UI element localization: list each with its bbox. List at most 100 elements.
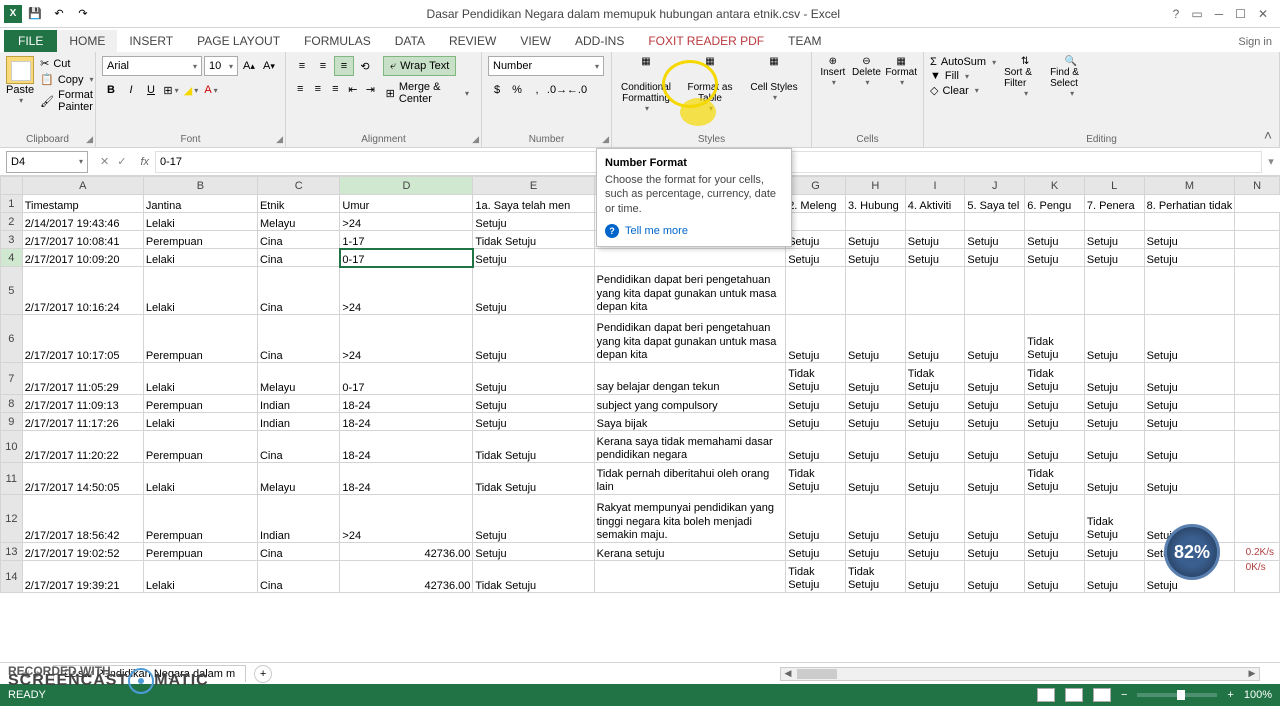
cell-F5[interactable]: Pendidikan dapat beri pengetahuan yang k…: [594, 267, 786, 315]
cell-B7[interactable]: Lelaki: [143, 363, 257, 395]
cell-I6[interactable]: Setuju: [905, 315, 965, 363]
cell-N12[interactable]: [1235, 495, 1280, 543]
row-header-14[interactable]: 14: [1, 561, 23, 593]
cell-K10[interactable]: Setuju: [1025, 431, 1085, 463]
cell-F4[interactable]: [594, 249, 786, 267]
cell-E11[interactable]: Tidak Setuju: [473, 463, 594, 495]
clipboard-launcher-icon[interactable]: ◢: [86, 134, 93, 145]
orientation-button[interactable]: ⟲: [355, 56, 375, 76]
cell-A9[interactable]: 2/17/2017 11:17:26: [22, 413, 143, 431]
cell-A10[interactable]: 2/17/2017 11:20:22: [22, 431, 143, 463]
row-header-10[interactable]: 10: [1, 431, 23, 463]
cell-L12[interactable]: Tidak Setuju: [1084, 495, 1144, 543]
maximize-icon[interactable]: ☐: [1235, 7, 1246, 21]
cell-H7[interactable]: Setuju: [845, 363, 905, 395]
cell-B8[interactable]: Perempuan: [143, 395, 257, 413]
cell-J11[interactable]: Setuju: [965, 463, 1025, 495]
cell-G2[interactable]: [786, 213, 846, 231]
cell-M8[interactable]: Setuju: [1144, 395, 1235, 413]
cell-D12[interactable]: >24: [340, 495, 473, 543]
find-select-button[interactable]: 🔍Find & Select▾: [1050, 56, 1092, 98]
cell-G1[interactable]: 2. Meleng: [786, 195, 846, 213]
cell-F11[interactable]: Tidak pernah diberitahui oleh orang lain: [594, 463, 786, 495]
cell-D3[interactable]: 1-17: [340, 231, 473, 249]
insert-button[interactable]: ⊕Insert▾: [818, 56, 848, 87]
decrease-indent-button[interactable]: ⇤: [345, 79, 362, 99]
cell-L3[interactable]: Setuju: [1084, 231, 1144, 249]
cell-K12[interactable]: Setuju: [1025, 495, 1085, 543]
horizontal-scrollbar[interactable]: ◀ ▶: [780, 667, 1260, 681]
cell-J9[interactable]: Setuju: [965, 413, 1025, 431]
cell-J1[interactable]: 5. Saya tel: [965, 195, 1025, 213]
cell-G13[interactable]: Setuju: [786, 543, 846, 561]
cell-A11[interactable]: 2/17/2017 14:50:05: [22, 463, 143, 495]
cell-C6[interactable]: Cina: [257, 315, 339, 363]
page-layout-view-icon[interactable]: [1065, 688, 1083, 702]
scroll-right-icon[interactable]: ▶: [1245, 668, 1259, 679]
cell-G11[interactable]: Tidak Setuju: [786, 463, 846, 495]
cell-A13[interactable]: 2/17/2017 19:02:52: [22, 543, 143, 561]
cell-E6[interactable]: Setuju: [473, 315, 594, 363]
cell-E7[interactable]: Setuju: [473, 363, 594, 395]
cell-G7[interactable]: Tidak Setuju: [786, 363, 846, 395]
autosum-button[interactable]: ΣAutoSum▾: [930, 56, 996, 68]
cell-B13[interactable]: Perempuan: [143, 543, 257, 561]
cell-L13[interactable]: Setuju: [1084, 543, 1144, 561]
row-header-1[interactable]: 1: [1, 195, 23, 213]
cell-L11[interactable]: Setuju: [1084, 463, 1144, 495]
enter-entry-icon[interactable]: ✓: [117, 155, 126, 168]
font-launcher-icon[interactable]: ◢: [276, 134, 283, 145]
font-name-select[interactable]: Arial▾: [102, 56, 202, 76]
cell-E9[interactable]: Setuju: [473, 413, 594, 431]
cell-H11[interactable]: Setuju: [845, 463, 905, 495]
merge-center-button[interactable]: ⊞Merge & Center▾: [380, 79, 475, 107]
align-bottom-button[interactable]: ≡: [334, 56, 354, 76]
decrease-decimal-button[interactable]: ←.0: [568, 80, 586, 100]
align-right-button[interactable]: ≡: [327, 79, 344, 99]
cell-K7[interactable]: Tidak Setuju: [1025, 363, 1085, 395]
cell-C3[interactable]: Cina: [257, 231, 339, 249]
expand-formula-icon[interactable]: ▾: [1262, 155, 1280, 168]
cell-D2[interactable]: >24: [340, 213, 473, 231]
cell-M3[interactable]: Setuju: [1144, 231, 1235, 249]
cell-B4[interactable]: Lelaki: [143, 249, 257, 267]
tab-team[interactable]: TEAM: [776, 30, 833, 52]
cell-J5[interactable]: [965, 267, 1025, 315]
cell-H3[interactable]: Setuju: [845, 231, 905, 249]
col-header-G[interactable]: G: [786, 177, 846, 195]
cell-E10[interactable]: Tidak Setuju: [473, 431, 594, 463]
cell-K1[interactable]: 6. Pengu: [1025, 195, 1085, 213]
tab-data[interactable]: DATA: [383, 30, 437, 52]
cell-N6[interactable]: [1235, 315, 1280, 363]
cell-E1[interactable]: 1a. Saya telah men: [473, 195, 594, 213]
cell-I3[interactable]: Setuju: [905, 231, 965, 249]
cell-K2[interactable]: [1025, 213, 1085, 231]
increase-indent-button[interactable]: ⇥: [362, 79, 379, 99]
cell-H2[interactable]: [845, 213, 905, 231]
alignment-launcher-icon[interactable]: ◢: [472, 134, 479, 145]
cell-B14[interactable]: Lelaki: [143, 561, 257, 593]
zoom-in-icon[interactable]: +: [1227, 689, 1233, 701]
zoom-slider[interactable]: [1137, 693, 1217, 697]
cell-J8[interactable]: Setuju: [965, 395, 1025, 413]
cell-E4[interactable]: Setuju: [473, 249, 594, 267]
zoom-out-icon[interactable]: −: [1121, 689, 1127, 701]
cell-A7[interactable]: 2/17/2017 11:05:29: [22, 363, 143, 395]
cell-K8[interactable]: Setuju: [1025, 395, 1085, 413]
minimize-icon[interactable]: ─: [1215, 7, 1224, 21]
cell-M1[interactable]: 8. Perhatian tidak: [1144, 195, 1235, 213]
cell-H12[interactable]: Setuju: [845, 495, 905, 543]
cell-G10[interactable]: Setuju: [786, 431, 846, 463]
cut-button[interactable]: ✂Cut: [38, 56, 95, 71]
cell-I13[interactable]: Setuju: [905, 543, 965, 561]
row-header-5[interactable]: 5: [1, 267, 23, 315]
cell-N9[interactable]: [1235, 413, 1280, 431]
cell-K4[interactable]: Setuju: [1025, 249, 1085, 267]
cell-C13[interactable]: Cina: [257, 543, 339, 561]
cell-B2[interactable]: Lelaki: [143, 213, 257, 231]
align-middle-button[interactable]: ≡: [313, 56, 333, 76]
increase-decimal-button[interactable]: .0→: [548, 80, 566, 100]
delete-button[interactable]: ⊖Delete▾: [852, 56, 882, 87]
row-header-2[interactable]: 2: [1, 213, 23, 231]
row-header-13[interactable]: 13: [1, 543, 23, 561]
